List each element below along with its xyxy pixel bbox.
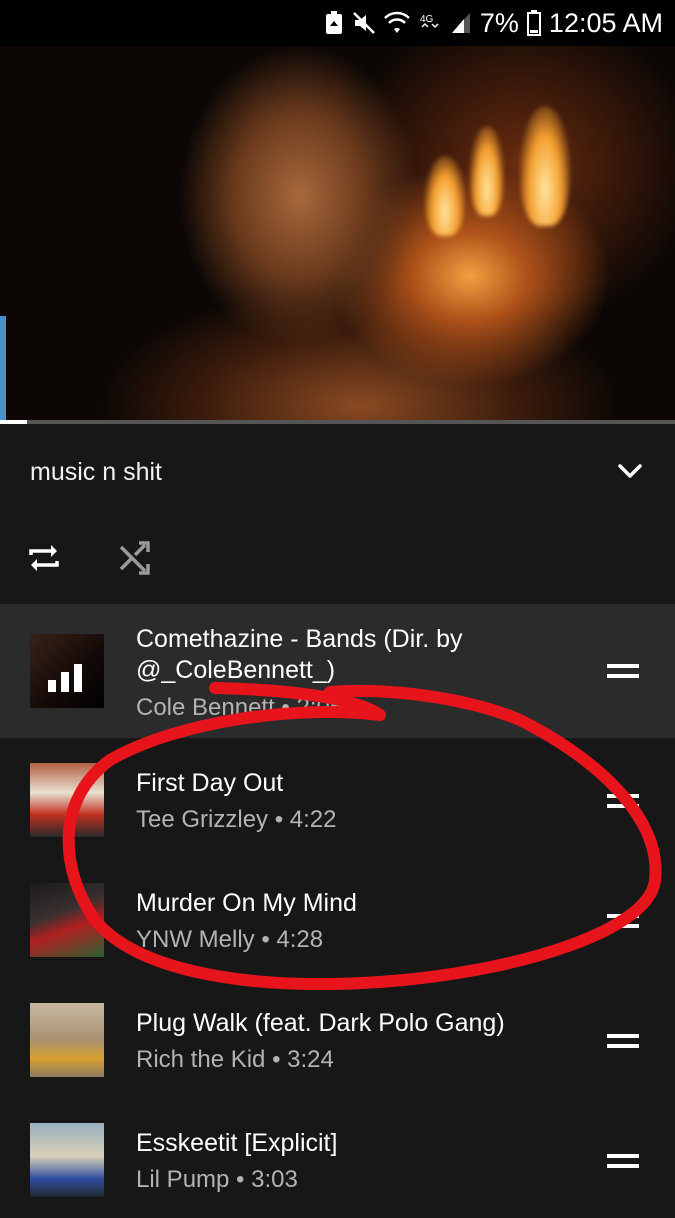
playlist-header: music n shit	[0, 424, 675, 516]
track-title: Murder On My Mind	[136, 889, 357, 917]
track-title: Plug Walk (feat. Dark Polo Gang)	[136, 1009, 505, 1037]
track-title: Esskeetit [Explicit]	[136, 1129, 338, 1157]
track-thumbnail	[30, 763, 104, 837]
playlist-item[interactable]: First Day Out Tee Grizzley • 4:22	[0, 738, 675, 858]
track-subtitle: Cole Bennett • 2:05	[136, 694, 344, 721]
repeat-icon	[29, 545, 59, 571]
drag-handle[interactable]	[607, 794, 639, 810]
battery-icon	[526, 10, 541, 36]
video-frame-flame	[470, 126, 504, 216]
track-thumbnail	[30, 1003, 104, 1077]
drag-handle[interactable]	[607, 1154, 639, 1170]
video-player[interactable]	[0, 46, 675, 422]
playlist-item-now-playing[interactable]: Comethazine - Bands (Dir. by @_ColeBenne…	[0, 604, 675, 738]
drag-handle[interactable]	[607, 664, 639, 680]
now-playing-icon	[48, 664, 82, 692]
lte-icon: 4G	[418, 11, 442, 35]
drag-handle[interactable]	[607, 914, 639, 930]
battery-percent: 7%	[479, 7, 519, 38]
track-title: Comethazine - Bands (Dir. by @_ColeBenne…	[136, 625, 463, 684]
track-subtitle: Rich the Kid • 3:24	[136, 1046, 334, 1073]
previous-video-edge	[0, 316, 6, 422]
clock: 12:05 AM	[548, 7, 663, 38]
drag-handle[interactable]	[607, 1034, 639, 1050]
playlist-item[interactable]: Murder On My Mind YNW Melly • 4:28	[0, 858, 675, 978]
network-label: 4G	[420, 14, 434, 25]
track-title: First Day Out	[136, 769, 284, 797]
playlist-controls	[0, 516, 675, 604]
playlist-item[interactable]: Plug Walk (feat. Dark Polo Gang) Rich th…	[0, 978, 675, 1098]
recycle-icon	[324, 11, 344, 35]
status-bar: 4G 7% 12:05 AM	[0, 0, 675, 46]
mute-icon	[352, 11, 376, 35]
chevron-down-icon	[618, 464, 642, 478]
signal-icon	[450, 11, 472, 35]
track-thumbnail	[30, 634, 104, 708]
wifi-icon	[384, 11, 410, 35]
shuffle-button[interactable]	[114, 538, 154, 578]
playlist-item[interactable]: Esskeetit [Explicit] Lil Pump • 3:03	[0, 1098, 675, 1218]
collapse-playlist-button[interactable]	[613, 454, 647, 488]
track-thumbnail	[30, 883, 104, 957]
shuffle-icon	[119, 541, 150, 575]
playlist-title: music n shit	[30, 458, 162, 486]
video-frame-flame	[425, 156, 465, 236]
track-subtitle: Lil Pump • 3:03	[136, 1166, 298, 1193]
track-subtitle: Tee Grizzley • 4:22	[136, 806, 337, 833]
video-frame-flame	[520, 106, 570, 226]
track-subtitle: YNW Melly • 4:28	[136, 926, 324, 953]
repeat-button[interactable]	[24, 538, 64, 578]
track-thumbnail	[30, 1123, 104, 1197]
